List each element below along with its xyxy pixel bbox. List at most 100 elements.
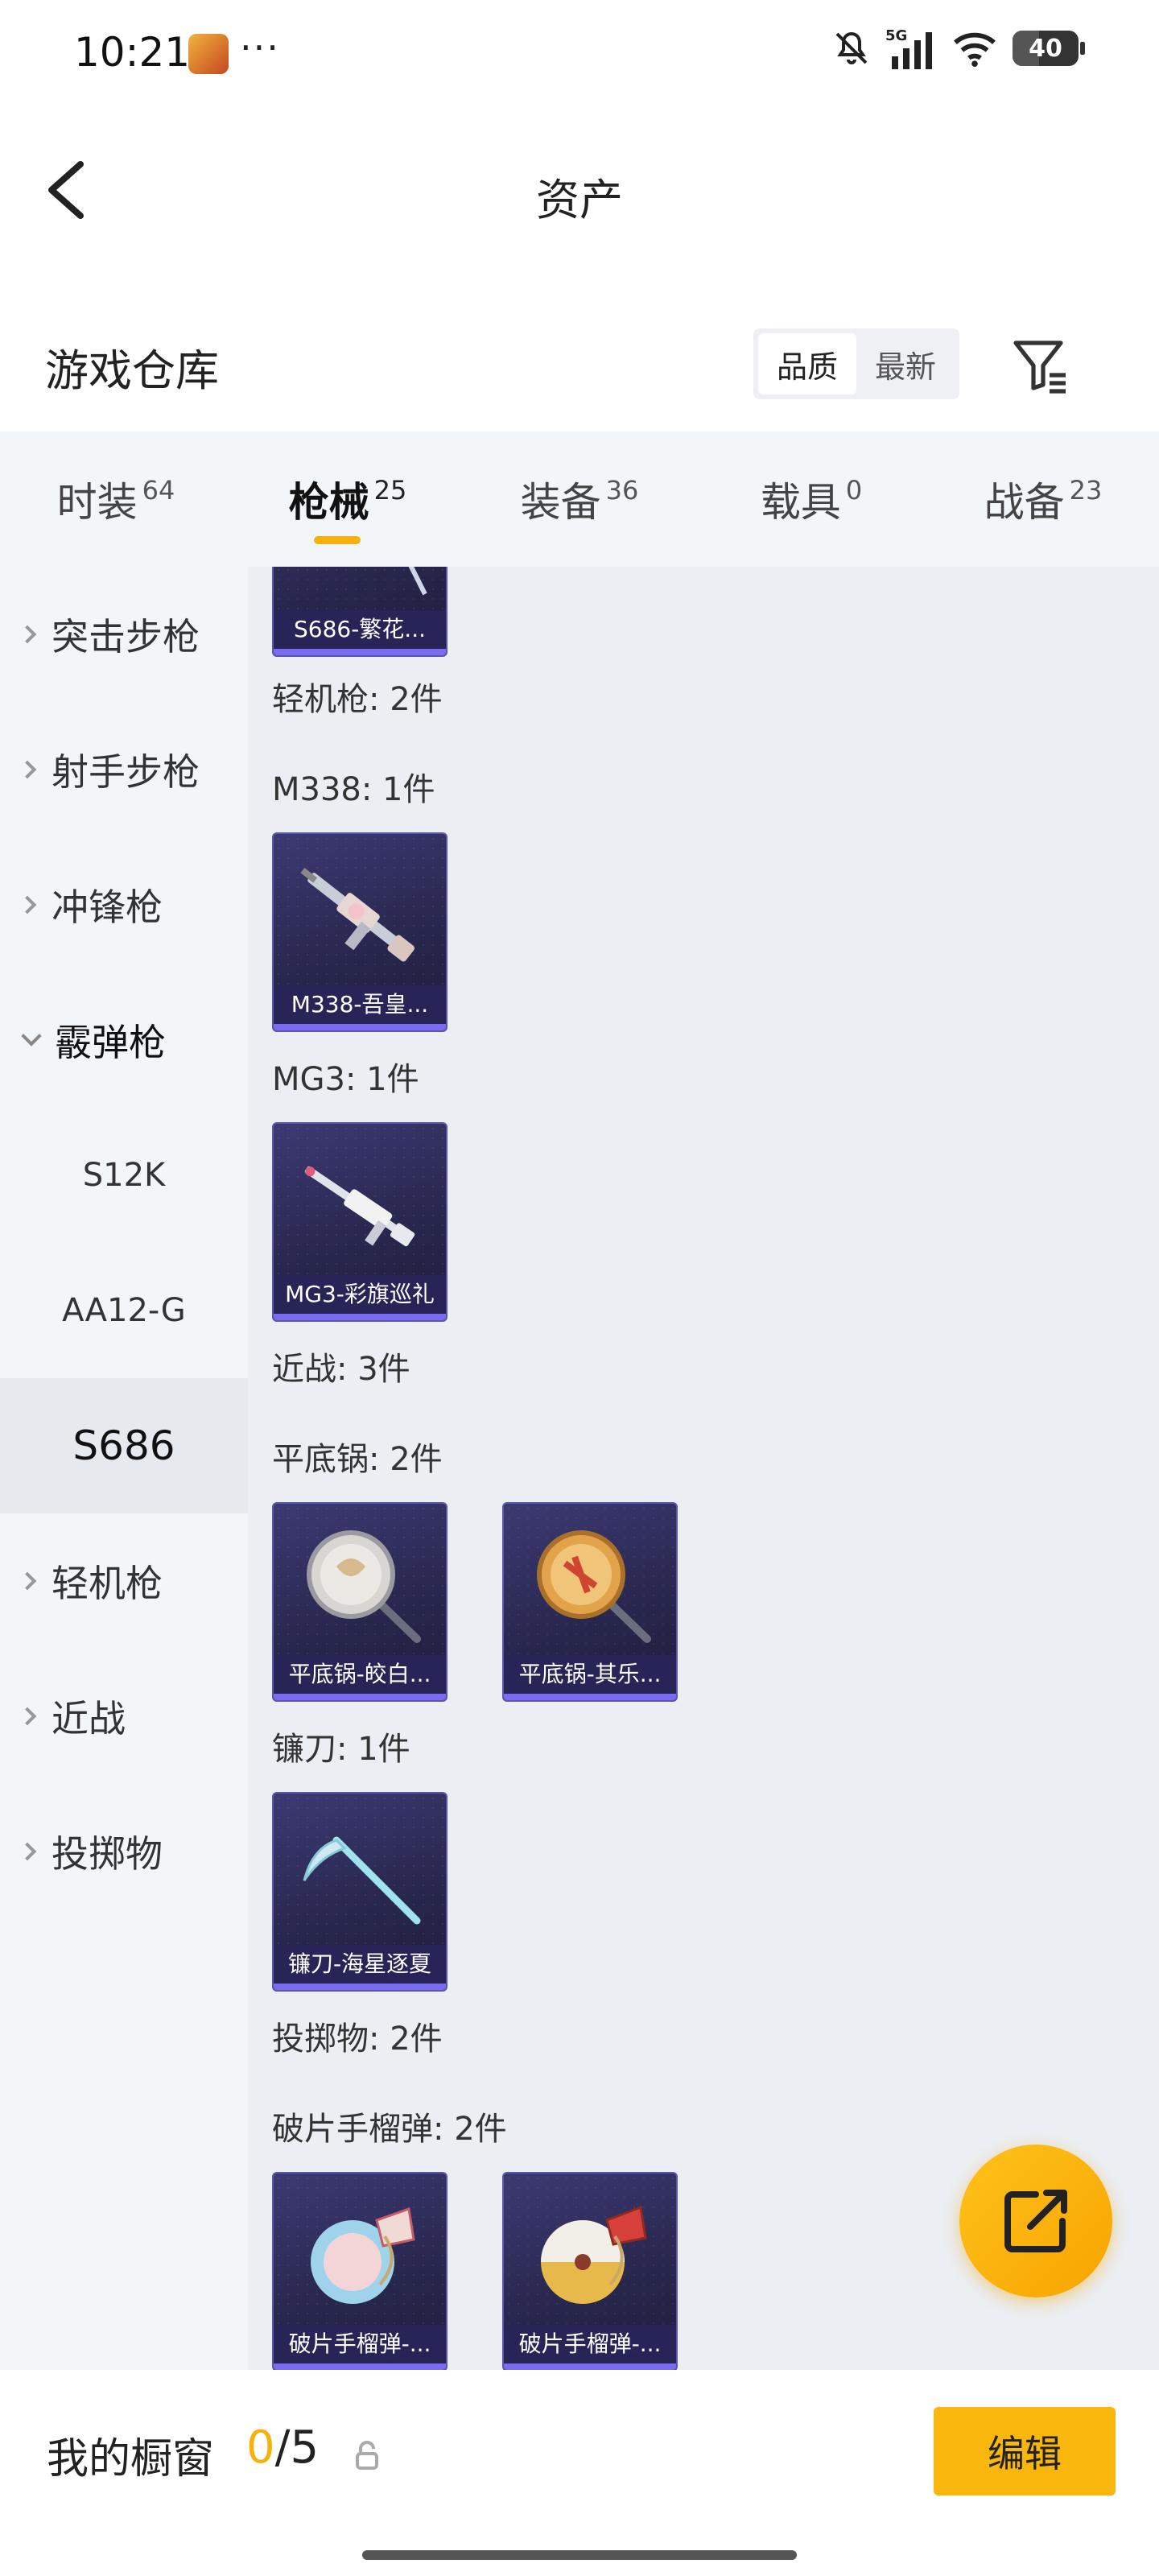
item-card-title: 平底锅-皎白... <box>274 1655 446 1694</box>
sidebar-item-label: S686 <box>72 1422 175 1469</box>
tab-vehicles[interactable]: 载具 0 <box>695 431 927 567</box>
cell-signal-icon: 5G <box>885 27 932 69</box>
tab-label: 装备 <box>520 479 601 526</box>
sidebar-item-marksman-rifle[interactable]: 射手步枪 <box>0 702 248 837</box>
item-card-frag-1[interactable]: 破片手榴弹-... <box>272 2172 448 2370</box>
chevron-right-icon <box>18 1842 37 1861</box>
sidebar-subitem-s12k[interactable]: S12K <box>0 1108 248 1243</box>
tab-count: 36 <box>605 475 639 506</box>
grenade-art-icon <box>311 2207 415 2304</box>
item-card-m338[interactable]: M338-吾皇... <box>272 832 448 1032</box>
quality-bar <box>274 1314 446 1320</box>
status-time: 10:21 <box>74 29 191 76</box>
sidebar-item-assault-rifle[interactable]: 突击步枪 <box>0 567 248 702</box>
svg-text:5G: 5G <box>885 27 907 44</box>
subgroup-label-mg3: MG3: 1件 <box>272 1061 419 1098</box>
tab-label: 时装 <box>56 479 138 526</box>
subgroup-label-pan: 平底锅: 2件 <box>272 1441 443 1478</box>
sidebar-item-label: 冲锋枪 <box>52 886 163 929</box>
item-card-title: 破片手榴弹-... <box>504 2325 676 2363</box>
item-card-s686[interactable]: S686-繁花... <box>272 567 448 657</box>
sidebar-item-label: AA12-G <box>62 1292 186 1329</box>
subgroup-label-frag: 破片手榴弹: 2件 <box>272 2111 507 2148</box>
warehouse-header: 游戏仓库 品质 最新 <box>0 306 1159 419</box>
sidebar-item-melee[interactable]: 近战 <box>0 1649 248 1784</box>
showcase-count-total: /5 <box>274 2421 320 2474</box>
warehouse-title: 游戏仓库 <box>45 345 219 396</box>
battery-icon: 40 <box>1013 31 1085 66</box>
status-bar: 10:21 ··· 5G 40 <box>0 0 1159 105</box>
group-label-melee: 近战: 3件 <box>272 1351 410 1388</box>
tab-label: 载具 <box>760 479 841 526</box>
home-indicator[interactable] <box>362 2550 797 2560</box>
chevron-down-icon <box>21 1026 42 1046</box>
item-card-frag-2[interactable]: 破片手榴弹-... <box>502 2172 678 2370</box>
frying-pan-art-icon <box>537 1530 651 1643</box>
sort-quality-button[interactable]: 品质 <box>758 333 856 394</box>
machine-gun-art-icon <box>300 868 415 962</box>
tab-firearms[interactable]: 枪械 25 <box>232 431 464 567</box>
page-title: 资产 <box>536 175 623 225</box>
sidebar-item-label: 近战 <box>52 1697 126 1740</box>
sickle-art-icon <box>303 1836 421 1925</box>
group-label-throwable: 投掷物: 2件 <box>272 2021 443 2058</box>
chevron-right-icon <box>18 625 37 644</box>
tab-fashion[interactable]: 时装 64 <box>0 431 232 567</box>
app-header: 资产 <box>0 121 1159 258</box>
battery-level: 40 <box>1029 34 1062 63</box>
sidebar-subitem-s686[interactable]: S686 <box>0 1378 248 1513</box>
chevron-right-icon <box>18 760 37 779</box>
tab-count: 0 <box>845 475 863 506</box>
filter-icon <box>1013 341 1066 394</box>
quality-bar <box>274 649 446 655</box>
quality-bar <box>504 1694 676 1700</box>
sidebar-item-smg[interactable]: 冲锋枪 <box>0 837 248 972</box>
sidebar-item-label: 霰弹枪 <box>55 1021 166 1064</box>
tab-label: 枪械 <box>288 479 369 526</box>
sort-toggle: 品质 最新 <box>753 328 959 399</box>
sidebar-subitem-aa12g[interactable]: AA12-G <box>0 1243 248 1378</box>
sidebar-item-throwable[interactable]: 投掷物 <box>0 1784 248 1919</box>
item-card-sickle[interactable]: 镰刀-海星逐夏 <box>272 1792 448 1992</box>
shotgun-art-icon <box>408 567 427 596</box>
quality-bar <box>274 2363 446 2370</box>
sidebar-item-label: 射手步枪 <box>52 750 200 794</box>
item-card-title: S686-繁花... <box>274 610 446 649</box>
category-tabs: 时装 64 枪械 25 装备 36 载具 0 战备 23 <box>0 431 1159 567</box>
item-card-title: 平底锅-其乐... <box>504 1655 676 1694</box>
sidebar-item-label: 轻机枪 <box>52 1562 163 1605</box>
chevron-right-icon <box>18 1707 37 1726</box>
wifi-icon <box>954 32 996 68</box>
item-card-title: MG3-彩旗巡礼 <box>274 1275 446 1314</box>
chevron-right-icon <box>18 895 37 914</box>
tab-label: 战备 <box>984 479 1065 526</box>
sort-newest-button[interactable]: 最新 <box>856 333 955 394</box>
tab-count: 23 <box>1069 475 1103 506</box>
edit-button[interactable]: 编辑 <box>934 2407 1116 2496</box>
sidebar-item-lmg[interactable]: 轻机枪 <box>0 1513 248 1649</box>
sidebar-item-label: 投掷物 <box>52 1832 163 1876</box>
quality-bar <box>504 2363 676 2370</box>
status-icons: 5G 40 <box>832 27 1085 69</box>
machine-gun-art-icon <box>304 1166 415 1247</box>
more-notifications-icon: ··· <box>240 26 280 69</box>
weapon-category-sidebar: 突击步枪 射手步枪 冲锋枪 霰弹枪 S12K AA12-G S686 轻机枪 近… <box>0 567 248 2370</box>
mute-bell-icon <box>835 31 868 64</box>
quality-bar <box>274 1694 446 1700</box>
tab-count: 25 <box>373 475 407 506</box>
frying-pan-art-icon <box>307 1530 421 1643</box>
tab-equipment[interactable]: 装备 36 <box>464 431 695 567</box>
share-fab-button[interactable] <box>959 2145 1112 2297</box>
showcase-bar: 我的橱窗 0/5 编辑 <box>0 2370 1159 2576</box>
sidebar-item-shotgun[interactable]: 霰弹枪 <box>0 972 248 1108</box>
item-card-pan-2[interactable]: 平底锅-其乐... <box>502 1502 678 1702</box>
subgroup-label-sickle: 镰刀: 1件 <box>272 1731 410 1768</box>
sidebar-item-label: S12K <box>82 1157 166 1194</box>
filter-button[interactable] <box>1008 333 1072 398</box>
item-card-pan-1[interactable]: 平底锅-皎白... <box>272 1502 448 1702</box>
sidebar-item-label: 突击步枪 <box>52 615 200 658</box>
app-notification-icon <box>188 34 229 74</box>
tab-supplies[interactable]: 战备 23 <box>927 431 1159 567</box>
item-card-title: 镰刀-海星逐夏 <box>274 1945 446 1984</box>
item-card-mg3[interactable]: MG3-彩旗巡礼 <box>272 1122 448 1322</box>
